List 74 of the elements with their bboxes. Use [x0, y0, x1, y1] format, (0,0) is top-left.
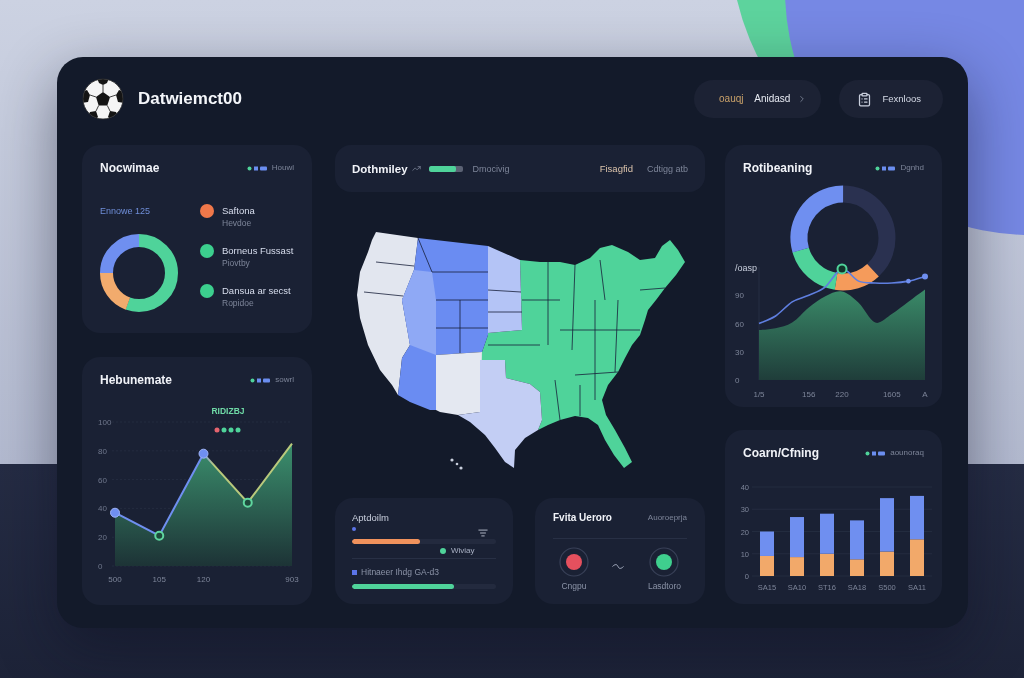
chart-bar: [910, 539, 924, 576]
chart-bar: [760, 531, 774, 556]
node-label: Cngpu: [561, 581, 587, 592]
legend-label: Houwl: [271, 163, 294, 173]
legend-marks-icon: [250, 377, 271, 383]
data-point-marker: [836, 263, 848, 275]
axis-tick-label: 20: [98, 533, 107, 543]
axis-tick-label: A: [922, 390, 928, 399]
axis-tick-label: 30: [735, 347, 744, 357]
axis-label: /oasp: [735, 263, 758, 273]
square-icon: [352, 570, 357, 575]
progress-label: Dmocivig: [472, 162, 510, 175]
axis-tick-label: 0: [735, 376, 740, 385]
chart-bar: [760, 556, 774, 576]
card-title: Coarn/Cfning: [743, 446, 819, 460]
item-subtitle: Piovtby: [222, 257, 251, 269]
legend-label: Dgnhd: [900, 163, 924, 173]
card-title: Hebunemate: [100, 373, 173, 387]
bar-label: Hitnaeer Ihdg GA-d3: [361, 567, 439, 578]
metric-value: Cdtigg atb: [646, 162, 688, 175]
ring-dot-icon: [649, 547, 680, 577]
axis-tick-label: 156: [802, 390, 816, 399]
export-button[interactable]: Fexnloos: [839, 80, 943, 118]
metric-label: Fisagfid: [599, 162, 633, 175]
axis-tick-label: 0: [98, 562, 103, 571]
legend-marks-icon: [246, 165, 267, 171]
axis-tick-label: 1/5: [753, 390, 765, 399]
card-title: Aptdoilm: [352, 512, 389, 524]
axis-tick-label: 220: [835, 390, 849, 399]
axis-tick-label: 105: [152, 575, 166, 584]
marker-label: Wiviay: [451, 545, 475, 556]
item-subtitle: Hevdoe: [222, 217, 253, 229]
legend-label: aounoraq: [890, 448, 924, 458]
card-title: Nocwimae: [100, 161, 160, 175]
data-point-marker: [242, 497, 253, 508]
data-point-marker: [110, 507, 120, 518]
axis-tick-label: 100: [98, 418, 112, 427]
legend-label: sowrl: [275, 375, 294, 385]
axis-tick-label: 903: [285, 575, 299, 584]
item-title: Borneus Fussast: [222, 245, 294, 257]
bar-title: Dothmiley: [352, 161, 408, 176]
soccer-ball-icon: [82, 78, 124, 120]
squiggle-icon: [612, 564, 625, 569]
app-title: Datwiemct00: [138, 89, 242, 109]
filter-icon: [478, 528, 488, 538]
axis-tick-label: 90: [735, 291, 744, 301]
legend-marks-icon: [875, 165, 896, 171]
card-subtitle: Auoroeprja: [647, 513, 687, 523]
axis-tick-label: 120: [196, 575, 211, 584]
legend-dots-icon: [214, 427, 241, 433]
axis-tick-label: 1605: [882, 390, 901, 399]
axis-tick-label: 60: [98, 475, 107, 485]
axis-tick-label: 40: [98, 504, 107, 514]
data-point-marker: [154, 530, 165, 541]
chart-title: RIDIZBJ: [211, 406, 245, 416]
axis-tick-label: 60: [735, 319, 744, 329]
item-title: Saftona: [222, 205, 255, 217]
data-point-marker: [906, 278, 911, 284]
legend-marks-icon: [865, 450, 886, 456]
node-label: Lasdtoro: [647, 581, 681, 592]
card-title: Fvita Ueroro: [553, 512, 612, 524]
item-subtitle: Ropidoe: [222, 297, 255, 309]
axis-tick-label: 500: [108, 575, 122, 584]
data-point-marker: [922, 273, 928, 280]
axis-tick-label: 80: [98, 446, 107, 456]
menu-button[interactable]: oauqj Anidasd: [694, 80, 822, 118]
data-point-marker: [198, 448, 209, 459]
trend-up-icon: [411, 164, 421, 173]
chart-bar: [910, 495, 924, 540]
ring-dot-icon: [559, 547, 589, 577]
clipboard-icon: [857, 91, 873, 107]
card-title: Rotibeaning: [743, 161, 813, 175]
subtitle-text: Ennowe 125: [100, 205, 151, 217]
item-title: Dansua ar secst: [222, 285, 291, 297]
